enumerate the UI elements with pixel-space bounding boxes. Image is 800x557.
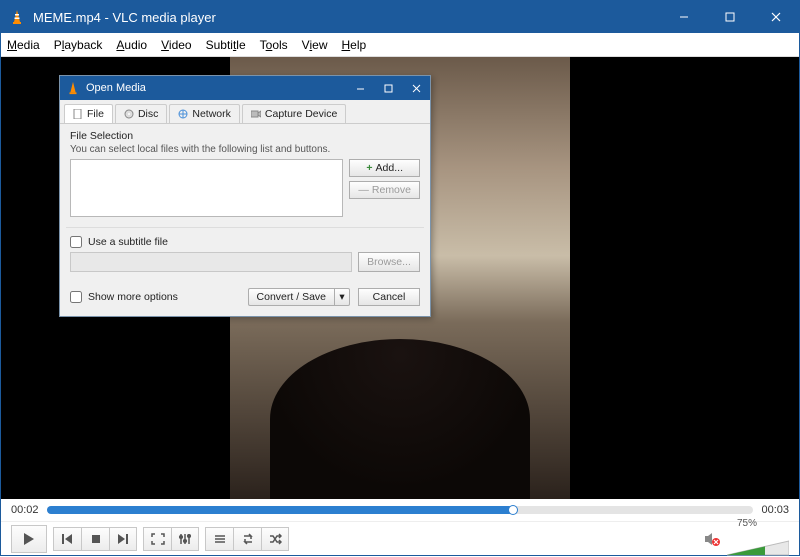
maximize-button[interactable] [707, 1, 753, 33]
dialog-close-button[interactable] [402, 76, 430, 100]
menu-help[interactable]: Help [341, 38, 366, 52]
seek-fill [47, 506, 514, 514]
open-media-dialog: Open Media File Disc Network [59, 75, 431, 317]
dialog-maximize-button[interactable] [374, 76, 402, 100]
more-options-checkbox[interactable] [70, 291, 82, 303]
menu-playback[interactable]: Playback [54, 38, 103, 52]
tab-label: Capture Device [265, 108, 337, 120]
convert-save-button[interactable]: Convert / Save ▾ [248, 288, 350, 306]
file-list[interactable] [70, 159, 343, 217]
cancel-button[interactable]: Cancel [358, 288, 420, 306]
fullscreen-button[interactable] [143, 527, 171, 551]
subtitle-path-field [70, 252, 352, 272]
file-icon [73, 109, 83, 119]
time-elapsed[interactable]: 00:02 [11, 504, 39, 516]
shuffle-button[interactable] [261, 527, 289, 551]
subtitle-checkbox-row[interactable]: Use a subtitle file [70, 236, 420, 248]
tab-label: Network [192, 108, 231, 120]
tab-label: File [87, 108, 104, 120]
seek-bar-row: 00:02 00:03 [1, 499, 799, 521]
volume-percent: 75% [737, 518, 757, 529]
minimize-button[interactable] [661, 1, 707, 33]
menu-tools[interactable]: Tools [260, 38, 288, 52]
loop-button[interactable] [233, 527, 261, 551]
menubar: Media Playback Audio Video Subtitle Tool… [1, 33, 799, 57]
tab-label: Disc [138, 108, 158, 120]
menu-media[interactable]: Media [7, 38, 40, 52]
menu-video[interactable]: Video [161, 38, 191, 52]
mute-button[interactable] [703, 530, 721, 548]
dialog-titlebar: Open Media [60, 76, 430, 100]
dialog-tabs: File Disc Network Capture Device [60, 100, 430, 124]
more-options-row[interactable]: Show more options [70, 291, 178, 303]
extended-settings-button[interactable] [171, 527, 199, 551]
more-options-label: Show more options [88, 291, 178, 303]
disc-icon [124, 109, 134, 119]
vlc-cone-icon [66, 81, 80, 95]
vlc-main-window: MEME.mp4 - VLC media player Media Playba… [0, 0, 800, 556]
stop-button[interactable] [81, 527, 109, 551]
plus-icon: + [366, 162, 372, 174]
controls-bar: 75% [1, 521, 799, 555]
dialog-body: File Selection You can select local file… [60, 124, 430, 282]
seek-bar[interactable] [47, 506, 754, 514]
file-selection-hint: You can select local files with the foll… [70, 144, 420, 155]
dialog-minimize-button[interactable] [346, 76, 374, 100]
file-selection-label: File Selection [70, 130, 420, 142]
chevron-down-icon[interactable]: ▾ [334, 288, 350, 306]
tab-capture[interactable]: Capture Device [242, 104, 346, 123]
window-title: MEME.mp4 - VLC media player [33, 10, 661, 25]
add-button[interactable]: + Add... [349, 159, 420, 177]
volume-control: 75% [703, 521, 789, 557]
time-total[interactable]: 00:03 [761, 504, 789, 516]
video-area[interactable]: Open Media File Disc Network [1, 57, 799, 499]
playlist-button[interactable] [205, 527, 233, 551]
seek-knob[interactable] [508, 505, 518, 515]
add-label: Add... [376, 162, 403, 174]
volume-slider[interactable] [727, 539, 789, 557]
tab-disc[interactable]: Disc [115, 104, 167, 123]
browse-button[interactable]: Browse... [358, 252, 420, 272]
menu-view[interactable]: View [302, 38, 328, 52]
network-icon [178, 109, 188, 119]
vlc-cone-icon [9, 9, 25, 25]
menu-subtitle[interactable]: Subtitle [206, 38, 246, 52]
subtitle-label: Use a subtitle file [88, 236, 168, 248]
remove-label: Remove [372, 184, 411, 196]
menu-audio[interactable]: Audio [116, 38, 147, 52]
next-button[interactable] [109, 527, 137, 551]
titlebar: MEME.mp4 - VLC media player [1, 1, 799, 33]
dialog-footer: Show more options Convert / Save ▾ Cance… [60, 282, 430, 316]
previous-button[interactable] [53, 527, 81, 551]
tab-file[interactable]: File [64, 104, 113, 123]
dialog-title: Open Media [86, 82, 346, 94]
capture-icon [251, 109, 261, 119]
play-button[interactable] [11, 525, 47, 553]
minus-icon: — [358, 184, 369, 196]
close-button[interactable] [753, 1, 799, 33]
tab-network[interactable]: Network [169, 104, 240, 123]
subtitle-checkbox[interactable] [70, 236, 82, 248]
remove-button[interactable]: — Remove [349, 181, 420, 199]
